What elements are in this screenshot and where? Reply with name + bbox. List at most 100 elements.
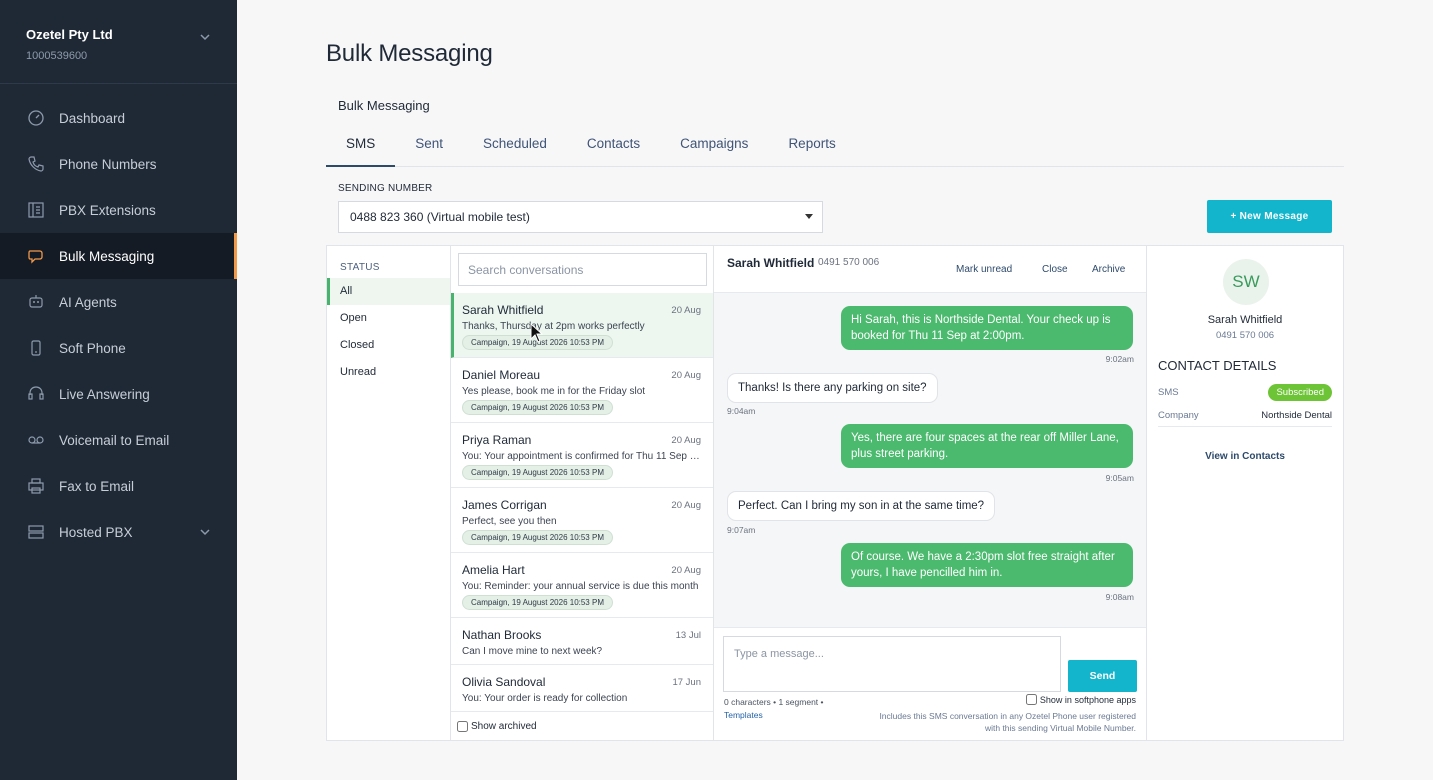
conversation-preview: Thanks, Thursday at 2pm works perfectly [462,321,645,332]
list-item[interactable]: Daniel Moreau 20 Aug Yes please, book me… [451,358,713,423]
tab-reports[interactable]: Reports [768,130,855,167]
conversation-name: Amelia Hart [462,563,525,577]
chat-contact-number: 0491 570 006 [818,257,880,268]
search-input[interactable] [458,253,707,286]
conversation-name: Nathan Brooks [462,628,542,642]
conversation-date: 20 Aug [671,435,701,446]
show-archived-label: Show archived [471,721,537,732]
sending-number-value: 0488 823 360 (Virtual mobile test) [350,210,530,224]
softphone-toggle[interactable]: Show in softphone apps [1025,694,1136,705]
outgoing-message: Yes, there are four spaces at the rear o… [841,424,1133,468]
tab-scheduled[interactable]: Scheduled [463,130,567,167]
tab-contacts[interactable]: Contacts [567,130,660,167]
sidebar: Ozetel Pty Ltd 1000539600 Dashboard Phon… [0,0,237,780]
contact-number: 0491 570 006 [1215,330,1275,341]
sidebar-item-dashboard[interactable]: Dashboard [0,95,237,141]
company-value: Northside Dental [1261,410,1332,421]
list-item[interactable]: Olivia Sandoval 17 Jun You: Your order i… [451,665,713,712]
sidebar-item-hosted-pbx[interactable]: Hosted PBX [0,509,237,555]
contact-panel: SW Sarah Whitfield 0491 570 006 CONTACT … [1147,246,1343,740]
send-button[interactable]: Send [1068,660,1137,692]
org-switcher[interactable]: Ozetel Pty Ltd 1000539600 [0,0,237,84]
robot-icon [26,292,46,312]
sidebar-item-label: Hosted PBX [59,524,133,540]
conversation-preview: You: Your order is ready for collection [462,693,628,704]
tab-sms[interactable]: SMS [326,130,396,167]
view-in-contacts-button[interactable]: View in Contacts [1147,451,1343,462]
campaign-badge: Campaign, 19 August 2026 10:53 PM [462,595,613,610]
conversation-list: Sarah Whitfield 20 Aug Thanks, Thursday … [451,293,713,712]
message-time: 9:02am [1105,354,1134,364]
sidebar-item-ai-agents[interactable]: AI Agents [0,279,237,325]
printer-icon [26,476,46,496]
sidebar-item-voicemail-to-email[interactable]: Voicemail to Email [0,417,237,463]
sidebar-item-fax-to-email[interactable]: Fax to Email [0,463,237,509]
campaign-badge: Campaign, 19 August 2026 10:53 PM [462,400,613,415]
chat-contact-name: Sarah Whitfield [727,256,815,270]
show-archived-toggle[interactable]: Show archived [457,721,537,732]
tab-sent[interactable]: Sent [395,130,463,167]
sending-number-label: SENDING NUMBER [338,183,433,194]
message-time: 9:05am [1105,473,1134,483]
sidebar-item-label: Fax to Email [59,478,135,494]
conversation-date: 20 Aug [671,305,701,316]
status-item-all[interactable]: All [327,278,450,305]
sending-number-select[interactable]: 0488 823 360 (Virtual mobile test) [338,201,823,233]
campaign-badge: Campaign, 19 August 2026 10:53 PM [462,465,613,480]
status-item-unread[interactable]: Unread [327,359,450,386]
message-time: 9:04am [727,406,756,416]
list-item[interactable]: Nathan Brooks 13 Jul Can I move mine to … [451,618,713,665]
sidebar-item-bulk-messaging[interactable]: Bulk Messaging [0,233,237,279]
conversation-name: Olivia Sandoval [462,675,546,689]
conversation-preview: You: Your appointment is confirmed for T… [462,451,702,462]
sidebar-item-label: Voicemail to Email [59,432,170,448]
section-title: Bulk Messaging [338,98,430,113]
templates-link[interactable]: Templates [724,710,763,720]
conversation-date: 20 Aug [671,565,701,576]
org-id: 1000539600 [26,50,88,62]
sidebar-item-label: Phone Numbers [59,156,157,172]
sms-label: SMS [1158,387,1179,398]
conversation-date: 13 Jul [675,630,701,641]
tab-campaigns[interactable]: Campaigns [660,130,768,167]
list-item[interactable]: Amelia Hart 20 Aug You: Reminder: your a… [451,553,713,618]
mobile-icon [26,338,46,358]
softphone-info: Includes this SMS conversation in any Oz… [879,711,1136,733]
list-item[interactable]: James Corrigan 20 Aug Perfect, see you t… [451,488,713,553]
sidebar-item-label: Soft Phone [59,340,126,356]
sidebar-item-phone-numbers[interactable]: Phone Numbers [0,141,237,187]
contact-details-title: CONTACT DETAILS [1158,358,1277,373]
sidebar-item-label: Dashboard [59,110,126,126]
list-item[interactable]: Sarah Whitfield 20 Aug Thanks, Thursday … [451,293,713,358]
archive-button[interactable]: Archive [1092,264,1125,275]
mouse-cursor-icon [530,323,544,343]
softphone-checkbox[interactable] [1025,694,1037,705]
outgoing-message: Of course. We have a 2:30pm slot free st… [841,543,1133,587]
contact-name: Sarah Whitfield [1207,314,1283,326]
sidebar-item-live-answering[interactable]: Live Answering [0,371,237,417]
conversation-preview: Yes please, book me in for the Friday sl… [462,386,646,397]
status-item-open[interactable]: Open [327,305,450,332]
sidebar-item-soft-phone[interactable]: Soft Phone [0,325,237,371]
character-count: 0 characters • 1 segment • [724,697,824,707]
message-input[interactable] [723,636,1061,692]
composer: Send 0 characters • 1 segment • Template… [714,627,1146,741]
chevron-down-icon[interactable] [199,526,211,538]
incoming-message: Perfect. Can I bring my son in at the sa… [727,491,996,521]
conversation-date: 20 Aug [671,500,701,511]
list-item[interactable]: Priya Raman 20 Aug You: Your appointment… [451,423,713,488]
mark-unread-button[interactable]: Mark unread [956,264,1012,275]
sidebar-item-pbx-extensions[interactable]: PBX Extensions [0,187,237,233]
phone-icon [26,154,46,174]
chevron-down-icon[interactable] [199,31,211,43]
caret-down-icon [805,214,813,219]
status-item-closed[interactable]: Closed [327,332,450,359]
divider [1158,426,1332,427]
voicemail-icon [26,430,46,450]
close-conversation-button[interactable]: Close [1042,264,1068,275]
conversation-date: 20 Aug [671,370,701,381]
company-label: Company [1158,410,1199,421]
show-archived-checkbox[interactable] [457,721,468,732]
status-title: STATUS [340,262,380,273]
new-message-button[interactable]: + New Message [1207,200,1332,233]
